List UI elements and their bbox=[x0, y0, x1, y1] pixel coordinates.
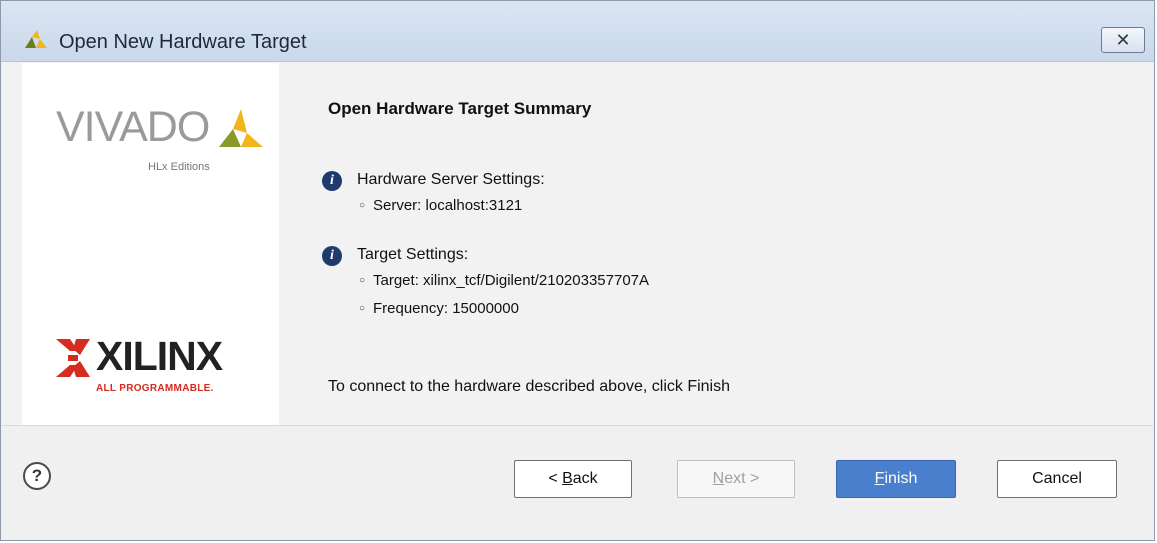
bullet-icon: ○ bbox=[359, 200, 366, 211]
xilinx-logo-text: XILINX bbox=[96, 333, 223, 379]
instruction-text: To connect to the hardware described abo… bbox=[328, 378, 730, 395]
help-icon[interactable]: ? bbox=[23, 462, 51, 490]
summary-title: Open Hardware Target Summary bbox=[328, 99, 592, 118]
xilinx-mark-icon bbox=[56, 339, 90, 377]
cancel-button[interactable]: Cancel bbox=[997, 460, 1117, 498]
list-item: ○ Server: localhost:3121 bbox=[359, 197, 523, 214]
bullet-icon: ○ bbox=[359, 303, 366, 314]
close-button[interactable]: ✕ bbox=[1101, 27, 1145, 53]
xilinx-logo: XILINX ALL PROGRAMMABLE. bbox=[56, 333, 276, 403]
title-bar: Open New Hardware Target ✕ bbox=[1, 1, 1154, 62]
window-title: Open New Hardware Target bbox=[59, 31, 307, 53]
dialog-content: VIVADO HLx Editions XILINX ALL PROGRAMMA… bbox=[2, 63, 1153, 426]
vivado-subtitle: HLx Editions bbox=[148, 161, 210, 173]
info-icon: i bbox=[322, 246, 342, 266]
section-heading: Hardware Server Settings: bbox=[357, 171, 545, 188]
button-bar: ? < Back Next > Finish Cancel bbox=[2, 426, 1153, 540]
logo-panel: VIVADO HLx Editions XILINX ALL PROGRAMMA… bbox=[22, 63, 279, 425]
section-heading: Target Settings: bbox=[357, 246, 469, 263]
next-button[interactable]: Next > bbox=[677, 460, 795, 498]
vivado-logo-text: VIVADO bbox=[56, 103, 210, 151]
close-icon: ✕ bbox=[1115, 29, 1131, 50]
finish-button[interactable]: Finish bbox=[836, 460, 956, 498]
back-button[interactable]: < Back bbox=[514, 460, 632, 498]
vivado-leaf-icon bbox=[25, 30, 47, 48]
vivado-leaf-mark bbox=[219, 109, 263, 147]
xilinx-tagline: ALL PROGRAMMABLE. bbox=[96, 383, 214, 394]
open-hardware-target-dialog: Open New Hardware Target ✕ VIVADO HLx Ed… bbox=[0, 0, 1155, 541]
list-item: ○ Frequency: 15000000 bbox=[359, 300, 519, 317]
vivado-logo: VIVADO HLx Editions bbox=[56, 103, 263, 193]
info-icon: i bbox=[322, 171, 342, 191]
list-item: ○ Target: xilinx_tcf/Digilent/21020335770… bbox=[359, 272, 650, 289]
bullet-icon: ○ bbox=[359, 275, 366, 286]
